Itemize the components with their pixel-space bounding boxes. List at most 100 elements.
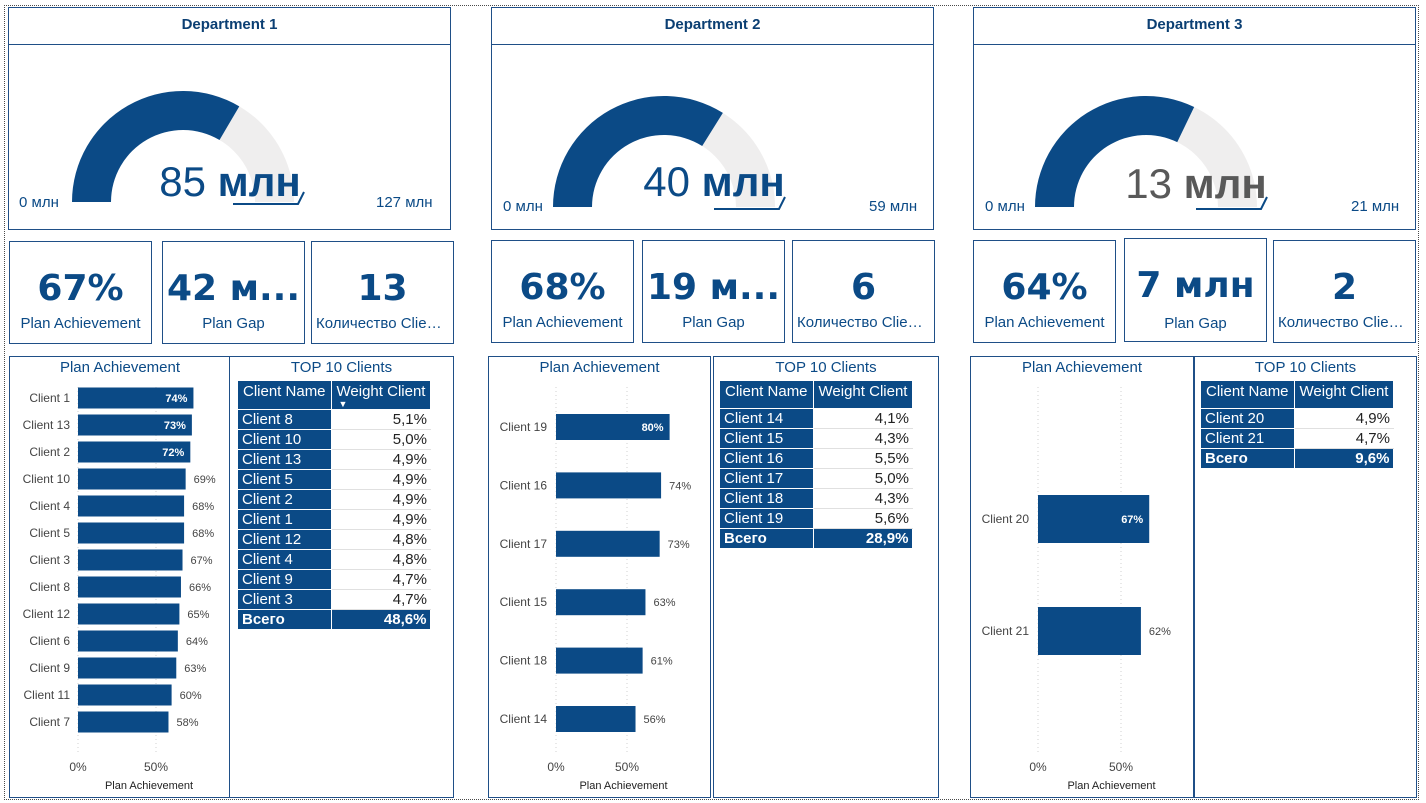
table-header-row: Client Name Weight Client ▼ [237, 380, 432, 410]
card-label: Plan Achievement [20, 315, 141, 332]
chart-bar [78, 549, 183, 571]
chart-tick-label: 50% [1109, 760, 1133, 774]
dept3-card-plan-achievement[interactable]: 64% Plan Achievement [973, 240, 1116, 343]
table-row[interactable]: Client 15 4,3% [719, 428, 913, 449]
chart-category-label: Client 3 [29, 553, 70, 567]
column-header-weight-client[interactable]: Weight Client [812, 380, 914, 409]
dept2-table-panel[interactable]: TOP 10 Clients Client Name Weight Client C… [713, 356, 939, 798]
dept2-table-title: TOP 10 Clients [775, 359, 877, 376]
card-value: 13 [357, 268, 408, 309]
cell-client-name: Client 2 [237, 489, 332, 510]
dept1-chart-panel[interactable]: Plan Achievement Client 1 74% Client 13 73%… [9, 356, 231, 798]
chart-category-label: Client 2 [29, 445, 70, 459]
chart-bar [78, 522, 185, 544]
dept1-gauge-min: 0 млн [19, 194, 59, 211]
column-header-weight-client[interactable]: Weight Client [1293, 380, 1395, 409]
cell-client-name: Client 17 [719, 468, 814, 489]
dept2-chart-panel[interactable]: Plan Achievement Client 19 80% Client 16 74… [488, 356, 711, 798]
chart-category-label: Client 17 [500, 537, 548, 551]
table-row[interactable]: Client 20 4,9% [1200, 408, 1394, 429]
dept3-chart-panel[interactable]: Plan Achievement Client 20 67% Client 21 62… [970, 356, 1194, 798]
cell-weight-client: 4,9% [331, 469, 431, 490]
cell-total-value: 9,6% [1293, 448, 1395, 469]
chart-bar [78, 468, 186, 490]
dept3-gauge-visual[interactable]: Department 3 13 млн 0 млн 21 млн [973, 7, 1416, 230]
table-total-row: Всего 28,9% [719, 528, 914, 549]
chart-x-axis-label: Plan Achievement [579, 780, 667, 792]
chart-data-label: 68% [192, 501, 214, 513]
cell-weight-client: 4,7% [331, 569, 431, 590]
table-row[interactable]: Client 17 5,0% [719, 468, 913, 489]
cell-client-name: Client 10 [237, 429, 332, 450]
table-row[interactable]: Client 18 4,3% [719, 488, 913, 509]
column-header-weight-client[interactable]: Weight Client ▼ [330, 380, 432, 410]
table-row[interactable]: Client 4 4,8% [237, 549, 431, 570]
dept3-card-client-count[interactable]: 2 Количество Client... [1273, 240, 1416, 343]
dept2-card-client-count[interactable]: 6 Количество Client... [792, 240, 935, 343]
chart-x-axis-label: Plan Achievement [1067, 780, 1155, 792]
dept1-gauge-max: 127 млн [376, 194, 433, 211]
chart-category-label: Client 10 [23, 472, 71, 486]
dept2-card-plan-achievement[interactable]: 68% Plan Achievement [491, 240, 634, 343]
table-row[interactable]: Client 19 5,6% [719, 508, 913, 529]
table-row[interactable]: Client 1 4,9% [237, 509, 431, 530]
table-header-row: Client Name Weight Client [1200, 380, 1395, 409]
cell-client-name: Client 15 [719, 428, 814, 449]
cell-client-name: Client 8 [237, 409, 332, 430]
column-header-client-name[interactable]: Client Name [237, 380, 332, 410]
dept3-table-panel[interactable]: TOP 10 Clients Client Name Weight Client C… [1194, 356, 1417, 798]
table-row[interactable]: Client 16 5,5% [719, 448, 913, 469]
dept1-card-plan-achievement[interactable]: 67% Plan Achievement [9, 241, 152, 344]
dept3-gauge-min: 0 млн [985, 198, 1025, 215]
dept1-card-client-count[interactable]: 13 Количество Client... [311, 241, 454, 344]
dept2-top-clients-table: Client Name Weight Client Client 14 4,1% Cli… [719, 380, 914, 549]
cell-client-name: Client 21 [1200, 428, 1295, 449]
dept1-card-plan-gap[interactable]: 42 м... Plan Gap [162, 241, 305, 344]
cell-total-value: 48,6% [330, 609, 432, 630]
column-header-client-name[interactable]: Client Name [1200, 380, 1295, 409]
table-row[interactable]: Client 3 4,7% [237, 589, 431, 610]
chart-category-label: Client 4 [29, 499, 70, 513]
chart-data-label: 66% [189, 582, 211, 594]
card-label: Количество Client... [1278, 314, 1411, 331]
card-value: 67% [37, 268, 124, 309]
table-row[interactable]: Client 8 5,1% [237, 409, 431, 430]
dept2-gauge-visual[interactable]: Department 2 40 млн 0 млн 59 млн [491, 7, 934, 230]
cell-weight-client: 4,9% [331, 509, 431, 530]
table-row[interactable]: Client 21 4,7% [1200, 428, 1394, 449]
column-header-client-name[interactable]: Client Name [719, 380, 814, 409]
card-value: 7 млн [1136, 265, 1255, 306]
dept1-gauge-visual[interactable]: Department 1 85 млн 0 млн 127 млн [8, 7, 451, 230]
chart-tick-label: 0% [69, 760, 87, 774]
cell-weight-client: 4,7% [1294, 428, 1394, 449]
table-row[interactable]: Client 13 4,9% [237, 449, 431, 470]
chart-data-label: 65% [187, 609, 209, 621]
dept1-table-panel[interactable]: TOP 10 Clients Client Name Weight Client ▼… [229, 356, 454, 798]
table-row[interactable]: Client 10 5,0% [237, 429, 431, 450]
card-value: 6 [850, 267, 877, 308]
cell-weight-client: 5,0% [331, 429, 431, 450]
table-row[interactable]: Client 5 4,9% [237, 469, 431, 490]
chart-category-label: Client 14 [500, 712, 548, 726]
cell-client-name: Client 4 [237, 549, 332, 570]
table-row[interactable]: Client 9 4,7% [237, 569, 431, 590]
chart-category-label: Client 20 [982, 512, 1030, 526]
table-row[interactable]: Client 2 4,9% [237, 489, 431, 510]
cell-weight-client: 4,9% [331, 489, 431, 510]
table-row[interactable]: Client 14 4,1% [719, 408, 913, 429]
chart-data-label: 74% [669, 480, 691, 492]
cell-weight-client: 4,3% [813, 428, 913, 449]
chart-category-label: Client 21 [982, 624, 1030, 638]
dept2-gauge-min: 0 млн [503, 198, 543, 215]
card-label: Количество Client... [797, 314, 930, 331]
chart-data-label: 67% [1121, 514, 1143, 526]
dept3-card-plan-gap[interactable]: 7 млн Plan Gap [1124, 238, 1267, 342]
chart-data-label: 68% [192, 528, 214, 540]
sort-descending-icon[interactable]: ▼ [337, 400, 426, 409]
chart-data-label: 60% [180, 690, 202, 702]
table-row[interactable]: Client 12 4,8% [237, 529, 431, 550]
chart-category-label: Client 18 [500, 654, 548, 668]
cell-client-name: Client 14 [719, 408, 814, 429]
chart-category-label: Client 5 [29, 526, 70, 540]
dept2-card-plan-gap[interactable]: 19 м... Plan Gap [642, 240, 785, 343]
